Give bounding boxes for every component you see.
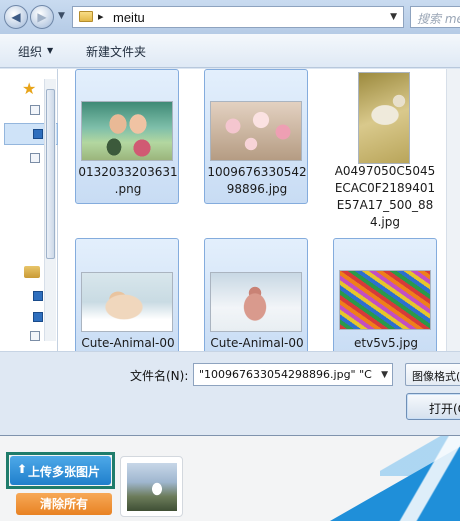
pictures-library-icon[interactable] <box>33 312 43 322</box>
file-name-line-1: Cute-Animal-00 <box>81 336 175 350</box>
file-type-select[interactable]: 图像格式( <box>405 363 460 386</box>
file-tile[interactable]: etv5v5.jpg <box>333 238 437 351</box>
organize-button[interactable]: 组织 <box>18 43 42 60</box>
downloads-icon <box>33 129 43 139</box>
search-input[interactable]: 搜索 meitu <box>410 6 460 28</box>
chihuahua-thumbnail <box>211 273 301 331</box>
file-name-line-1: 1009676330542 <box>207 165 307 179</box>
file-name-line-1: Cute-Animal-00 <box>210 336 304 350</box>
forward-button[interactable]: ▶ <box>30 5 54 29</box>
file-tile[interactable]: 1009676330542 98896.jpg <box>204 69 308 204</box>
recent-locations-dropdown[interactable]: ▼ <box>58 11 65 21</box>
file-tile[interactable]: 0132033203631 .png <box>75 69 179 204</box>
upload-arrow-icon: ⬆ <box>17 462 28 476</box>
roses-thumbnail <box>211 102 301 160</box>
file-name-line-1: etv5v5.jpg <box>354 336 418 350</box>
address-box[interactable]: ▸ meitu ▼ <box>72 6 404 28</box>
chevron-down-icon: ▼ <box>47 46 54 55</box>
nav-scrollbar-thumb[interactable] <box>46 89 55 259</box>
kissing-kids-thumbnail <box>82 102 172 160</box>
address-dropdown-icon[interactable]: ▼ <box>390 12 397 22</box>
breadcrumb-folder[interactable]: meitu <box>113 10 145 25</box>
new-folder-button[interactable]: 新建文件夹 <box>86 43 146 60</box>
file-list-scrollbar[interactable] <box>446 69 460 351</box>
file-name-line-4: 4.jpg <box>369 215 401 229</box>
upload-button-label: 上传多张图片 <box>28 465 101 479</box>
file-name-line-1: A0497050C5045 <box>334 164 436 178</box>
clear-all-button[interactable]: 清除所有 <box>16 493 112 515</box>
file-type-label: 图像格式( <box>412 370 460 383</box>
search-placeholder: 搜索 meitu <box>417 12 460 26</box>
file-name-line-2: 98896.jpg <box>226 182 288 196</box>
documents-library-icon[interactable] <box>30 331 40 341</box>
favorites-star-icon[interactable]: ★ <box>22 79 36 98</box>
filename-label: 文件名(N): <box>130 369 189 383</box>
filename-input[interactable]: "100967633054298896.jpg" "C ▼ <box>193 363 393 386</box>
decorative-stripe <box>360 436 460 521</box>
address-bar: ◀ ▶ ▼ ▸ meitu ▼ 搜索 meitu <box>0 0 460 34</box>
back-button[interactable]: ◀ <box>4 5 28 29</box>
file-name-line-3: E57A17_500_88 <box>336 198 434 212</box>
goat-thumbnail <box>359 73 409 163</box>
desktop-icon[interactable] <box>30 105 40 115</box>
upload-multiple-button[interactable]: ⬆ 上传多张图片 <box>10 456 111 485</box>
dialog-footer: 文件名(N): "100967633054298896.jpg" "C ▼ 图像… <box>0 351 460 435</box>
filename-value: "100967633054298896.jpg" "C <box>199 368 372 381</box>
file-open-dialog: ◀ ▶ ▼ ▸ meitu ▼ 搜索 meitu 组织 ▼ 新建文件夹 ★ <box>0 0 460 436</box>
file-tile[interactable]: Cute-Animal-00 <box>204 238 308 351</box>
open-button[interactable]: 打开(O <box>406 393 460 420</box>
breadcrumb-separator: ▸ <box>98 10 104 23</box>
preview-thumbnail[interactable] <box>120 456 183 517</box>
recent-places-icon[interactable] <box>30 153 40 163</box>
chevron-down-icon[interactable]: ▼ <box>381 370 388 380</box>
videos-library-icon[interactable] <box>33 291 43 301</box>
file-name-line-2: .png <box>114 182 142 196</box>
libraries-icon[interactable] <box>24 266 40 278</box>
command-toolbar: 组织 ▼ 新建文件夹 <box>0 34 460 68</box>
paperclips-thumbnail <box>340 271 430 329</box>
file-tile[interactable]: A0497050C5045 ECAC0F2189401 E57A17_500_8… <box>333 69 437 239</box>
file-name-line-1: 0132033203631 <box>78 165 178 179</box>
upload-page: ⬆ 上传多张图片 清除所有 <box>0 436 460 521</box>
navigation-pane: ★ <box>0 69 58 351</box>
hamster-thumbnail <box>82 273 172 331</box>
nav-scrollbar[interactable] <box>44 79 56 341</box>
folder-icon <box>79 11 93 22</box>
open-button-label: 打开(O <box>429 402 460 416</box>
file-list: 0132033203631 .png 1009676330542 98896.j… <box>58 69 460 351</box>
file-name-line-2: ECAC0F2189401 <box>334 181 436 195</box>
file-tile[interactable]: Cute-Animal-00 <box>75 238 179 351</box>
bird-photo-thumbnail <box>127 463 177 511</box>
